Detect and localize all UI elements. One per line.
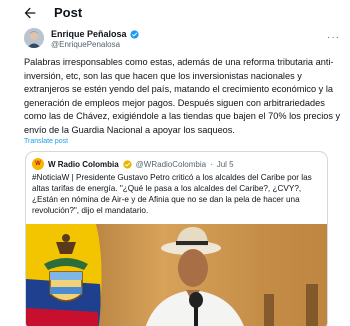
quoted-post-date[interactable]: Jul 5 — [217, 160, 234, 169]
more-icon[interactable]: ··· — [327, 32, 340, 43]
author-avatar[interactable] — [24, 28, 44, 48]
author-handle[interactable]: @EnriquePenalosa — [51, 40, 120, 49]
quoted-author-handle[interactable]: @WRadioColombia — [136, 160, 206, 169]
translate-post-link[interactable]: Translate post — [24, 138, 68, 145]
back-arrow-icon[interactable] — [22, 5, 38, 21]
quoted-post-header: W W Radio Colombia @WRadioColombia · Jul… — [32, 158, 234, 170]
quoted-author-name[interactable]: W Radio Colombia — [48, 160, 119, 169]
author-name[interactable]: Enrique Peñalosa — [51, 29, 139, 39]
quoted-post-video[interactable] — [26, 224, 327, 326]
page-title: Post — [54, 5, 83, 20]
separator-dot: · — [210, 159, 213, 169]
verified-badge-icon — [123, 159, 132, 169]
post-text: Palabras irresponsables como estas, adem… — [24, 57, 341, 135]
author-name-text: Enrique Peñalosa — [51, 29, 127, 39]
quoted-post-text: #NoticiaW | Presidente Gustavo Petro cri… — [32, 173, 312, 215]
verified-badge-icon — [129, 29, 139, 39]
post-header: Post — [0, 0, 350, 26]
quoted-author-avatar[interactable]: W — [32, 158, 44, 170]
quoted-post-card[interactable]: W W Radio Colombia @WRadioColombia · Jul… — [25, 151, 328, 326]
